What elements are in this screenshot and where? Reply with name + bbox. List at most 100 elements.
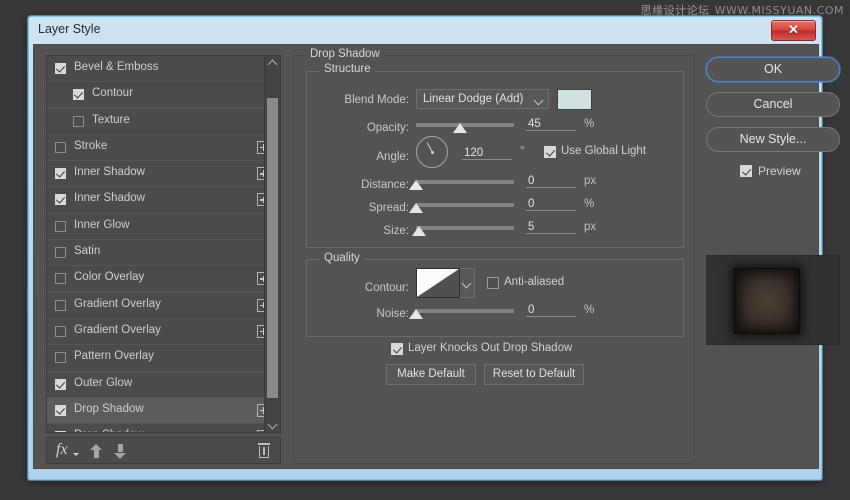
effect-label: Gradient Overlay <box>74 297 161 310</box>
quality-fieldset <box>306 259 684 337</box>
preview-label: Preview <box>758 164 801 178</box>
effect-label: Pattern Overlay <box>74 350 154 363</box>
reset-to-default-button[interactable]: Reset to Default <box>484 364 584 385</box>
effect-checkbox[interactable] <box>55 168 66 180</box>
layer-knocks-out-checkbox[interactable] <box>391 343 403 355</box>
effect-row-satin[interactable]: Satin <box>47 240 280 267</box>
scroll-down-arrow-icon[interactable] <box>265 418 280 432</box>
angle-input[interactable]: 120 <box>462 147 512 160</box>
noise-label: Noise: <box>376 308 409 320</box>
noise-slider-track <box>416 309 514 313</box>
contour-thumbnail[interactable] <box>416 268 460 298</box>
distance-input[interactable]: 0 <box>526 175 576 188</box>
delete-effect-icon[interactable] <box>258 443 270 458</box>
effect-row-color-overlay[interactable]: Color Overlay <box>47 266 280 293</box>
spread-unit: % <box>584 198 595 210</box>
effect-label: Inner Glow <box>74 218 130 231</box>
effects-scrollbar[interactable] <box>264 56 280 432</box>
effect-checkbox[interactable] <box>55 247 66 259</box>
effect-checkbox[interactable] <box>73 89 84 101</box>
effect-row-inner-shadow[interactable]: Inner Shadow <box>47 187 280 214</box>
distance-slider[interactable] <box>409 177 514 191</box>
effect-row-drop-shadow[interactable]: Drop Shadow <box>47 424 280 432</box>
effect-label: Outer Glow <box>74 376 133 389</box>
preview-checkbox[interactable] <box>740 165 752 177</box>
effect-label: Contour <box>92 87 133 100</box>
distance-unit: px <box>584 175 597 187</box>
size-slider[interactable] <box>411 223 514 237</box>
effect-row-gradient-overlay[interactable]: Gradient Overlay <box>47 319 280 346</box>
effect-checkbox[interactable] <box>55 273 66 285</box>
new-style-button[interactable]: New Style... <box>706 127 840 152</box>
move-up-icon[interactable] <box>90 444 103 459</box>
effect-label: Satin <box>74 245 101 258</box>
effect-row-outer-glow[interactable]: Outer Glow <box>47 372 280 398</box>
anti-aliased-checkbox[interactable] <box>487 277 499 289</box>
scrollbar-thumb[interactable] <box>267 98 278 398</box>
effect-label: Texture <box>92 113 130 126</box>
effect-checkbox[interactable] <box>55 431 66 432</box>
effect-checkbox[interactable] <box>55 404 66 416</box>
spread-input[interactable]: 0 <box>526 198 576 211</box>
opacity-input[interactable]: 45 <box>526 118 576 131</box>
cancel-button[interactable]: Cancel <box>706 92 840 117</box>
size-slider-knob[interactable] <box>411 226 426 236</box>
effect-row-drop-shadow[interactable]: Drop Shadow <box>47 397 280 425</box>
effect-row-bevel-emboss[interactable]: Bevel & Emboss <box>47 56 280 83</box>
effect-label: Inner Shadow <box>74 192 145 205</box>
contour-label: Contour: <box>364 282 409 294</box>
effect-row-inner-glow[interactable]: Inner Glow <box>47 214 280 241</box>
effect-checkbox[interactable] <box>55 141 66 153</box>
spread-slider-knob[interactable] <box>409 203 423 213</box>
effect-row-inner-shadow[interactable]: Inner Shadow <box>47 161 280 188</box>
effect-checkbox[interactable] <box>55 194 66 206</box>
opacity-slider-knob[interactable] <box>453 123 468 133</box>
effect-label: Color Overlay <box>74 271 145 284</box>
effect-checkbox[interactable] <box>55 299 66 311</box>
actions-panel: OK Cancel New Style... Preview <box>706 57 846 182</box>
opacity-slider[interactable] <box>416 120 514 134</box>
effect-row-gradient-overlay[interactable]: Gradient Overlay <box>47 293 280 319</box>
move-down-icon[interactable] <box>114 444 127 459</box>
effect-row-texture[interactable]: Texture <box>47 109 280 135</box>
preview-thumbnail <box>706 255 840 345</box>
angle-dial[interactable] <box>416 136 448 168</box>
noise-slider[interactable] <box>409 306 514 320</box>
fx-caret-icon[interactable] <box>73 453 79 456</box>
quality-title: Quality <box>320 252 364 264</box>
use-global-light-label: Use Global Light <box>561 145 647 157</box>
effect-checkbox[interactable] <box>55 220 66 232</box>
effect-row-contour[interactable]: Contour <box>47 82 280 109</box>
preview-row: Preview <box>706 162 840 182</box>
effect-row-stroke[interactable]: Stroke <box>47 135 280 162</box>
window-title: Layer Style <box>38 22 101 36</box>
effect-checkbox[interactable] <box>55 63 66 74</box>
distance-slider-knob[interactable] <box>409 180 423 190</box>
effects-list-panel: Bevel & Emboss Contour Texture Stroke Inner … <box>46 55 281 433</box>
effect-row-pattern-overlay[interactable]: Pattern Overlay <box>47 345 280 372</box>
effect-checkbox[interactable] <box>55 378 66 390</box>
size-label: Size: <box>383 225 409 237</box>
contour-curve-icon <box>417 269 459 297</box>
contour-dropdown-button[interactable] <box>460 268 475 298</box>
effect-checkbox[interactable] <box>55 325 66 337</box>
fx-menu-button[interactable]: fx <box>56 441 68 459</box>
scroll-up-arrow-icon[interactable] <box>265 56 280 70</box>
effect-checkbox[interactable] <box>73 115 84 127</box>
ok-button[interactable]: OK <box>706 57 840 82</box>
make-default-button[interactable]: Make Default <box>386 364 476 385</box>
noise-slider-knob[interactable] <box>409 309 423 319</box>
shadow-color-swatch[interactable] <box>557 89 592 110</box>
close-button[interactable]: ✕ <box>771 20 816 41</box>
noise-unit: % <box>584 304 595 316</box>
effect-checkbox[interactable] <box>55 352 66 364</box>
chevron-down-icon <box>533 95 544 106</box>
noise-input[interactable]: 0 <box>526 304 576 317</box>
use-global-light-checkbox[interactable] <box>544 146 556 158</box>
size-input[interactable]: 5 <box>526 221 576 234</box>
spread-slider[interactable] <box>409 200 514 214</box>
spread-slider-track <box>416 203 514 207</box>
effect-label: Stroke <box>74 139 108 152</box>
settings-panel: Drop Shadow Structure Blend Mode: Linear… <box>293 48 695 464</box>
blend-mode-dropdown[interactable]: Linear Dodge (Add) <box>416 89 549 109</box>
